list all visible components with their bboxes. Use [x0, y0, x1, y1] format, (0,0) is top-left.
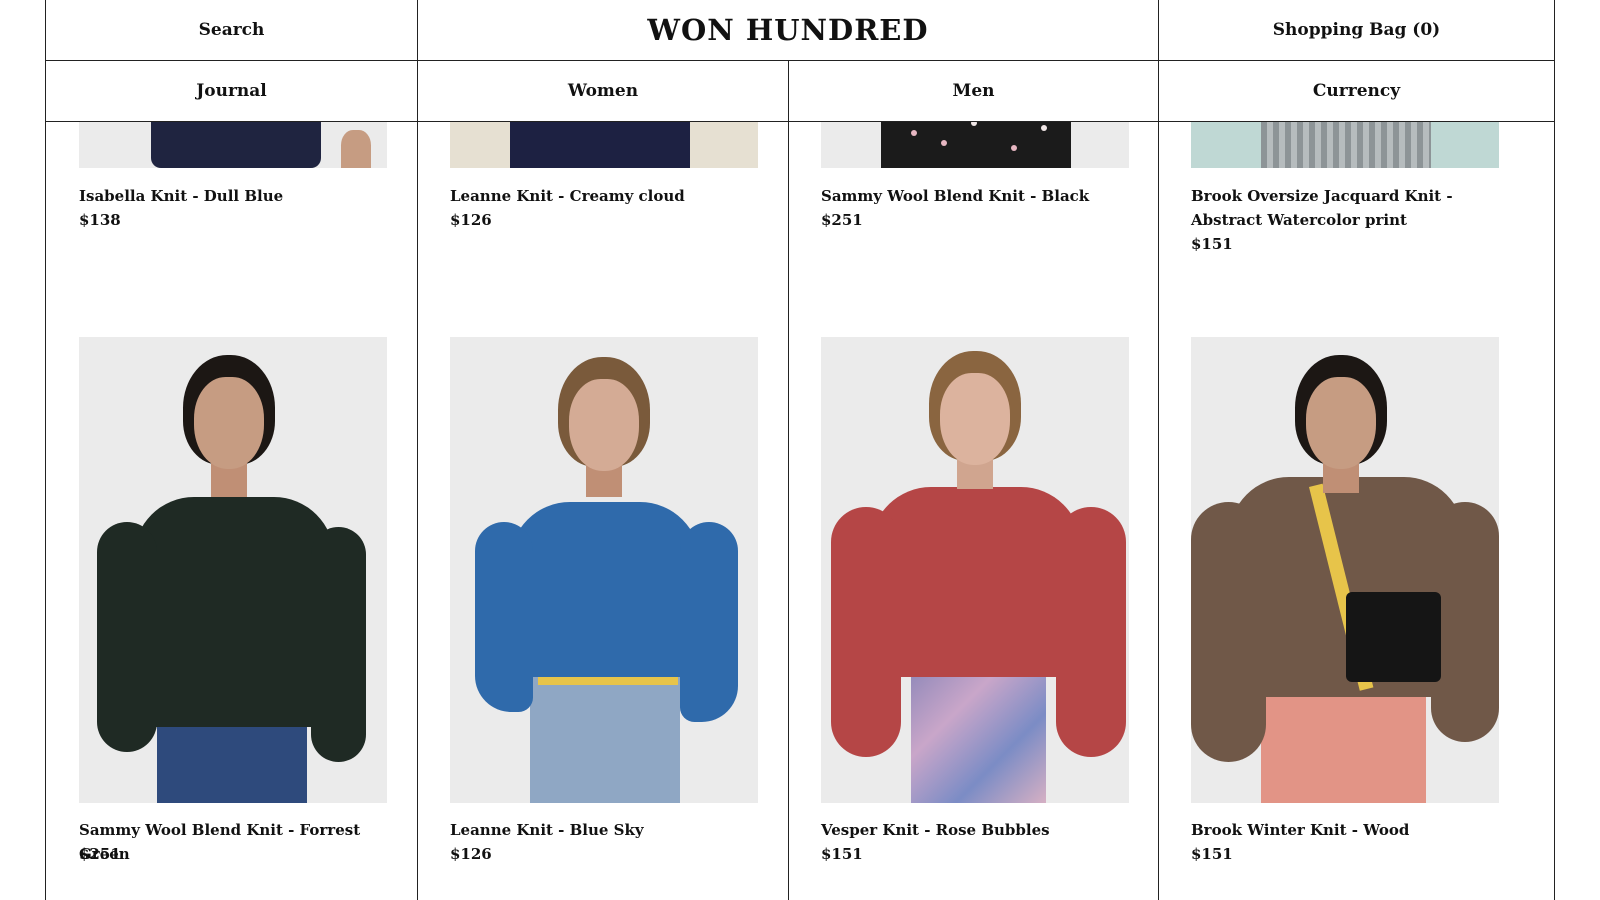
nav-women-label: Women [567, 81, 639, 101]
product-image[interactable] [450, 337, 758, 803]
product-price: $251 [821, 211, 863, 229]
column-divider [788, 122, 789, 900]
product-name[interactable]: Leanne Knit - Creamy cloud [450, 184, 770, 208]
product-price: $151 [1191, 235, 1233, 253]
product-name[interactable]: Brook Winter Knit - Wood [1191, 818, 1511, 842]
nav-women[interactable]: Women [418, 61, 789, 122]
nav-men[interactable]: Men [789, 61, 1159, 122]
product-price: $151 [1191, 845, 1233, 863]
product-name[interactable]: Brook Oversize Jacquard Knit - Abstract … [1191, 184, 1511, 232]
column-divider [417, 122, 418, 900]
page-frame: Search WON HUNDRED Shopping Bag (0) Jour… [45, 0, 1555, 900]
nav-journal[interactable]: Journal [46, 61, 418, 122]
nav-currency-label: Currency [1312, 81, 1401, 101]
product-price: $138 [79, 211, 121, 229]
product-price: $251 [79, 845, 121, 863]
product-price: $126 [450, 845, 492, 863]
product-price: $151 [821, 845, 863, 863]
brand-logo[interactable]: WON HUNDRED [647, 13, 928, 47]
logo-cell[interactable]: WON HUNDRED [418, 0, 1159, 61]
shopping-bag-label: Shopping Bag (0) [1272, 20, 1441, 40]
product-name[interactable]: Sammy Wool Blend Knit - Black [821, 184, 1141, 208]
product-name[interactable]: Sammy Wool Blend Knit - Forrest Green [79, 818, 399, 866]
product-image[interactable] [1191, 337, 1499, 803]
search-label: Search [198, 20, 265, 40]
nav-currency[interactable]: Currency [1159, 61, 1554, 122]
site-header: Search WON HUNDRED Shopping Bag (0) Jour… [46, 0, 1554, 122]
product-image[interactable] [79, 337, 387, 803]
product-name[interactable]: Vesper Knit - Rose Bubbles [821, 818, 1141, 842]
product-image[interactable] [821, 337, 1129, 803]
search-button[interactable]: Search [46, 0, 418, 61]
column-divider [1158, 122, 1159, 900]
product-price: $126 [450, 211, 492, 229]
product-name[interactable]: Leanne Knit - Blue Sky [450, 818, 770, 842]
nav-men-label: Men [952, 81, 995, 101]
product-name[interactable]: Isabella Knit - Dull Blue [79, 184, 399, 208]
nav-journal-label: Journal [196, 81, 267, 101]
shopping-bag-button[interactable]: Shopping Bag (0) [1159, 0, 1554, 61]
